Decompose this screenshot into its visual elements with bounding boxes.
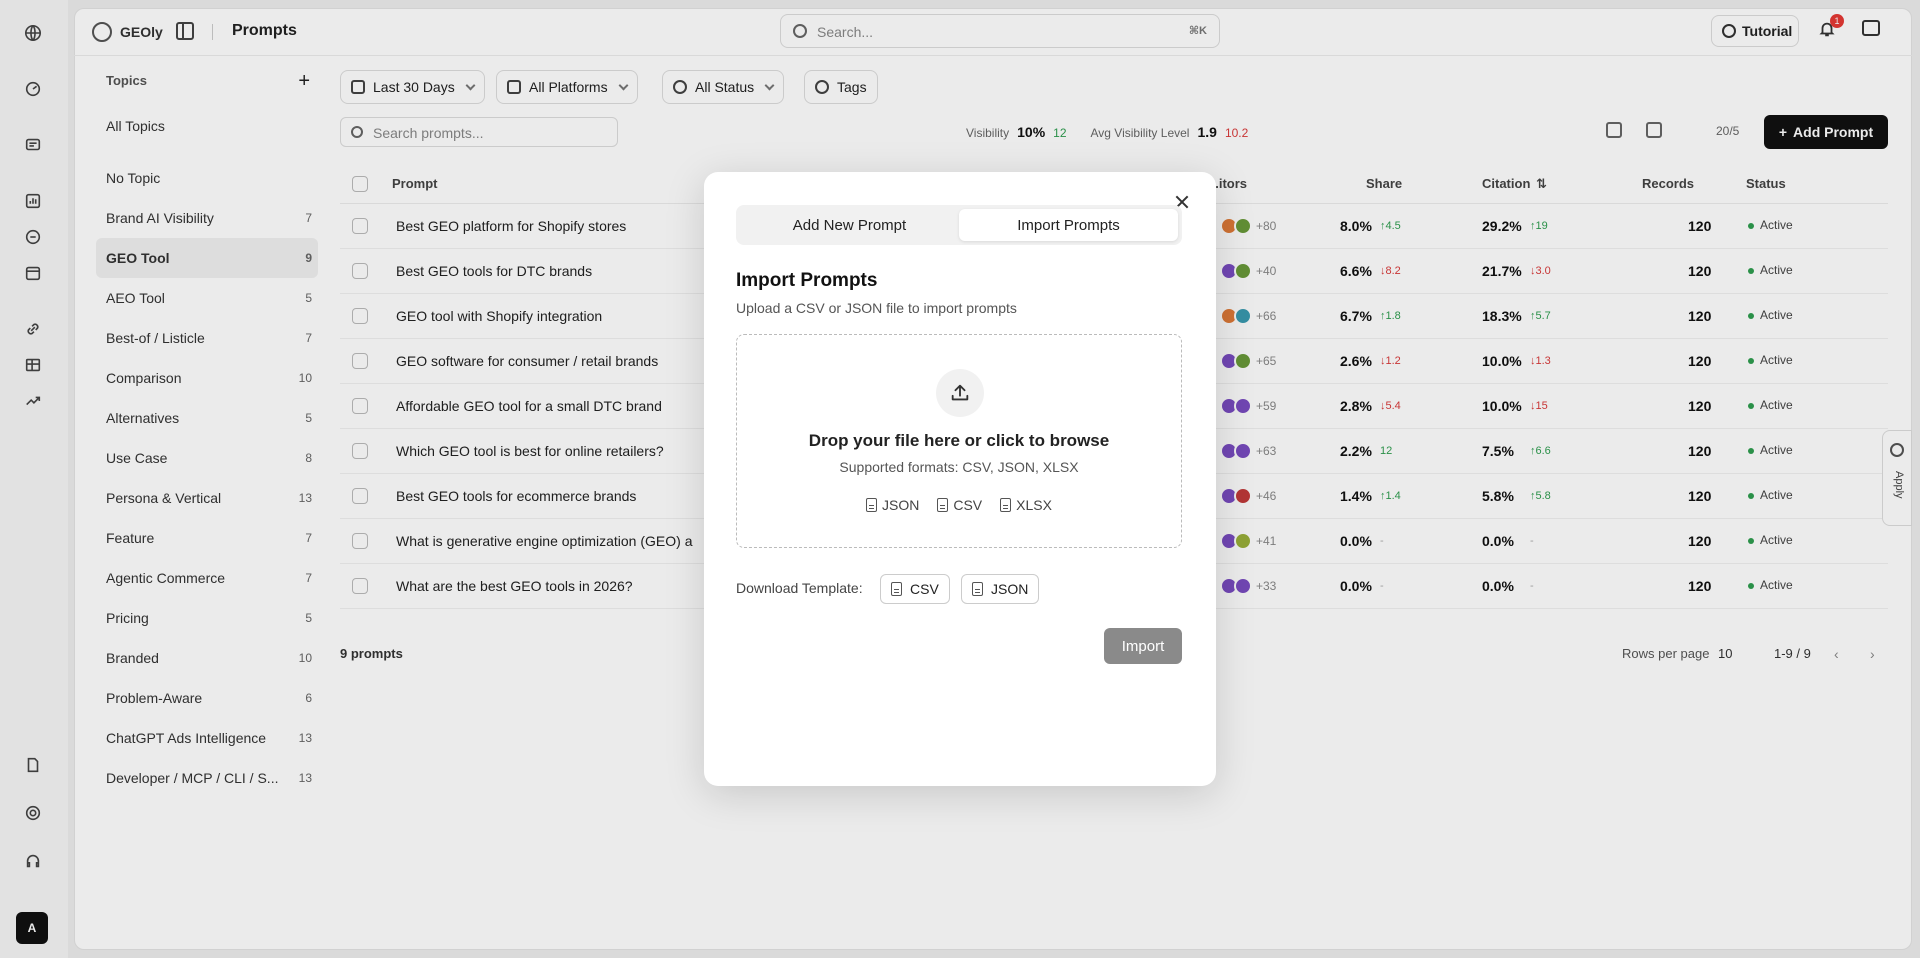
format-xlsx: XLSX	[1000, 497, 1052, 513]
format-csv: CSV	[937, 497, 982, 513]
modal-title: Import Prompts	[736, 270, 878, 291]
tab-add-new-prompt[interactable]: Add New Prompt	[740, 209, 959, 241]
format-list: JSON CSV XLSX	[737, 497, 1181, 513]
file-icon	[1000, 498, 1012, 512]
import-modal: Add New Prompt Import Prompts Import Pro…	[704, 172, 1216, 786]
download-json-label: JSON	[991, 581, 1029, 597]
format-label: XLSX	[1016, 497, 1052, 513]
download-csv-button[interactable]: CSV	[880, 574, 950, 604]
file-icon	[937, 498, 949, 512]
upload-icon	[936, 369, 984, 417]
import-button[interactable]: Import	[1104, 628, 1182, 664]
download-json-button[interactable]: JSON	[961, 574, 1040, 604]
download-csv-label: CSV	[910, 581, 939, 597]
format-label: JSON	[882, 497, 920, 513]
format-label: CSV	[953, 497, 983, 513]
modal-subtitle: Upload a CSV or JSON file to import prom…	[736, 300, 1017, 316]
file-icon	[972, 582, 983, 596]
file-icon	[866, 498, 878, 512]
tab-import-prompts[interactable]: Import Prompts	[959, 209, 1178, 241]
dropzone-title: Drop your file here or click to browse	[808, 431, 1110, 450]
download-template-label: Download Template:	[736, 580, 863, 596]
dropzone-subtitle: Supported formats: CSV, JSON, XLSX	[839, 459, 1079, 475]
file-dropzone[interactable]: Drop your file here or click to browse S…	[736, 334, 1182, 548]
format-json: JSON	[866, 497, 919, 513]
file-icon	[891, 582, 902, 596]
modal-tabs: Add New Prompt Import Prompts	[736, 205, 1182, 245]
